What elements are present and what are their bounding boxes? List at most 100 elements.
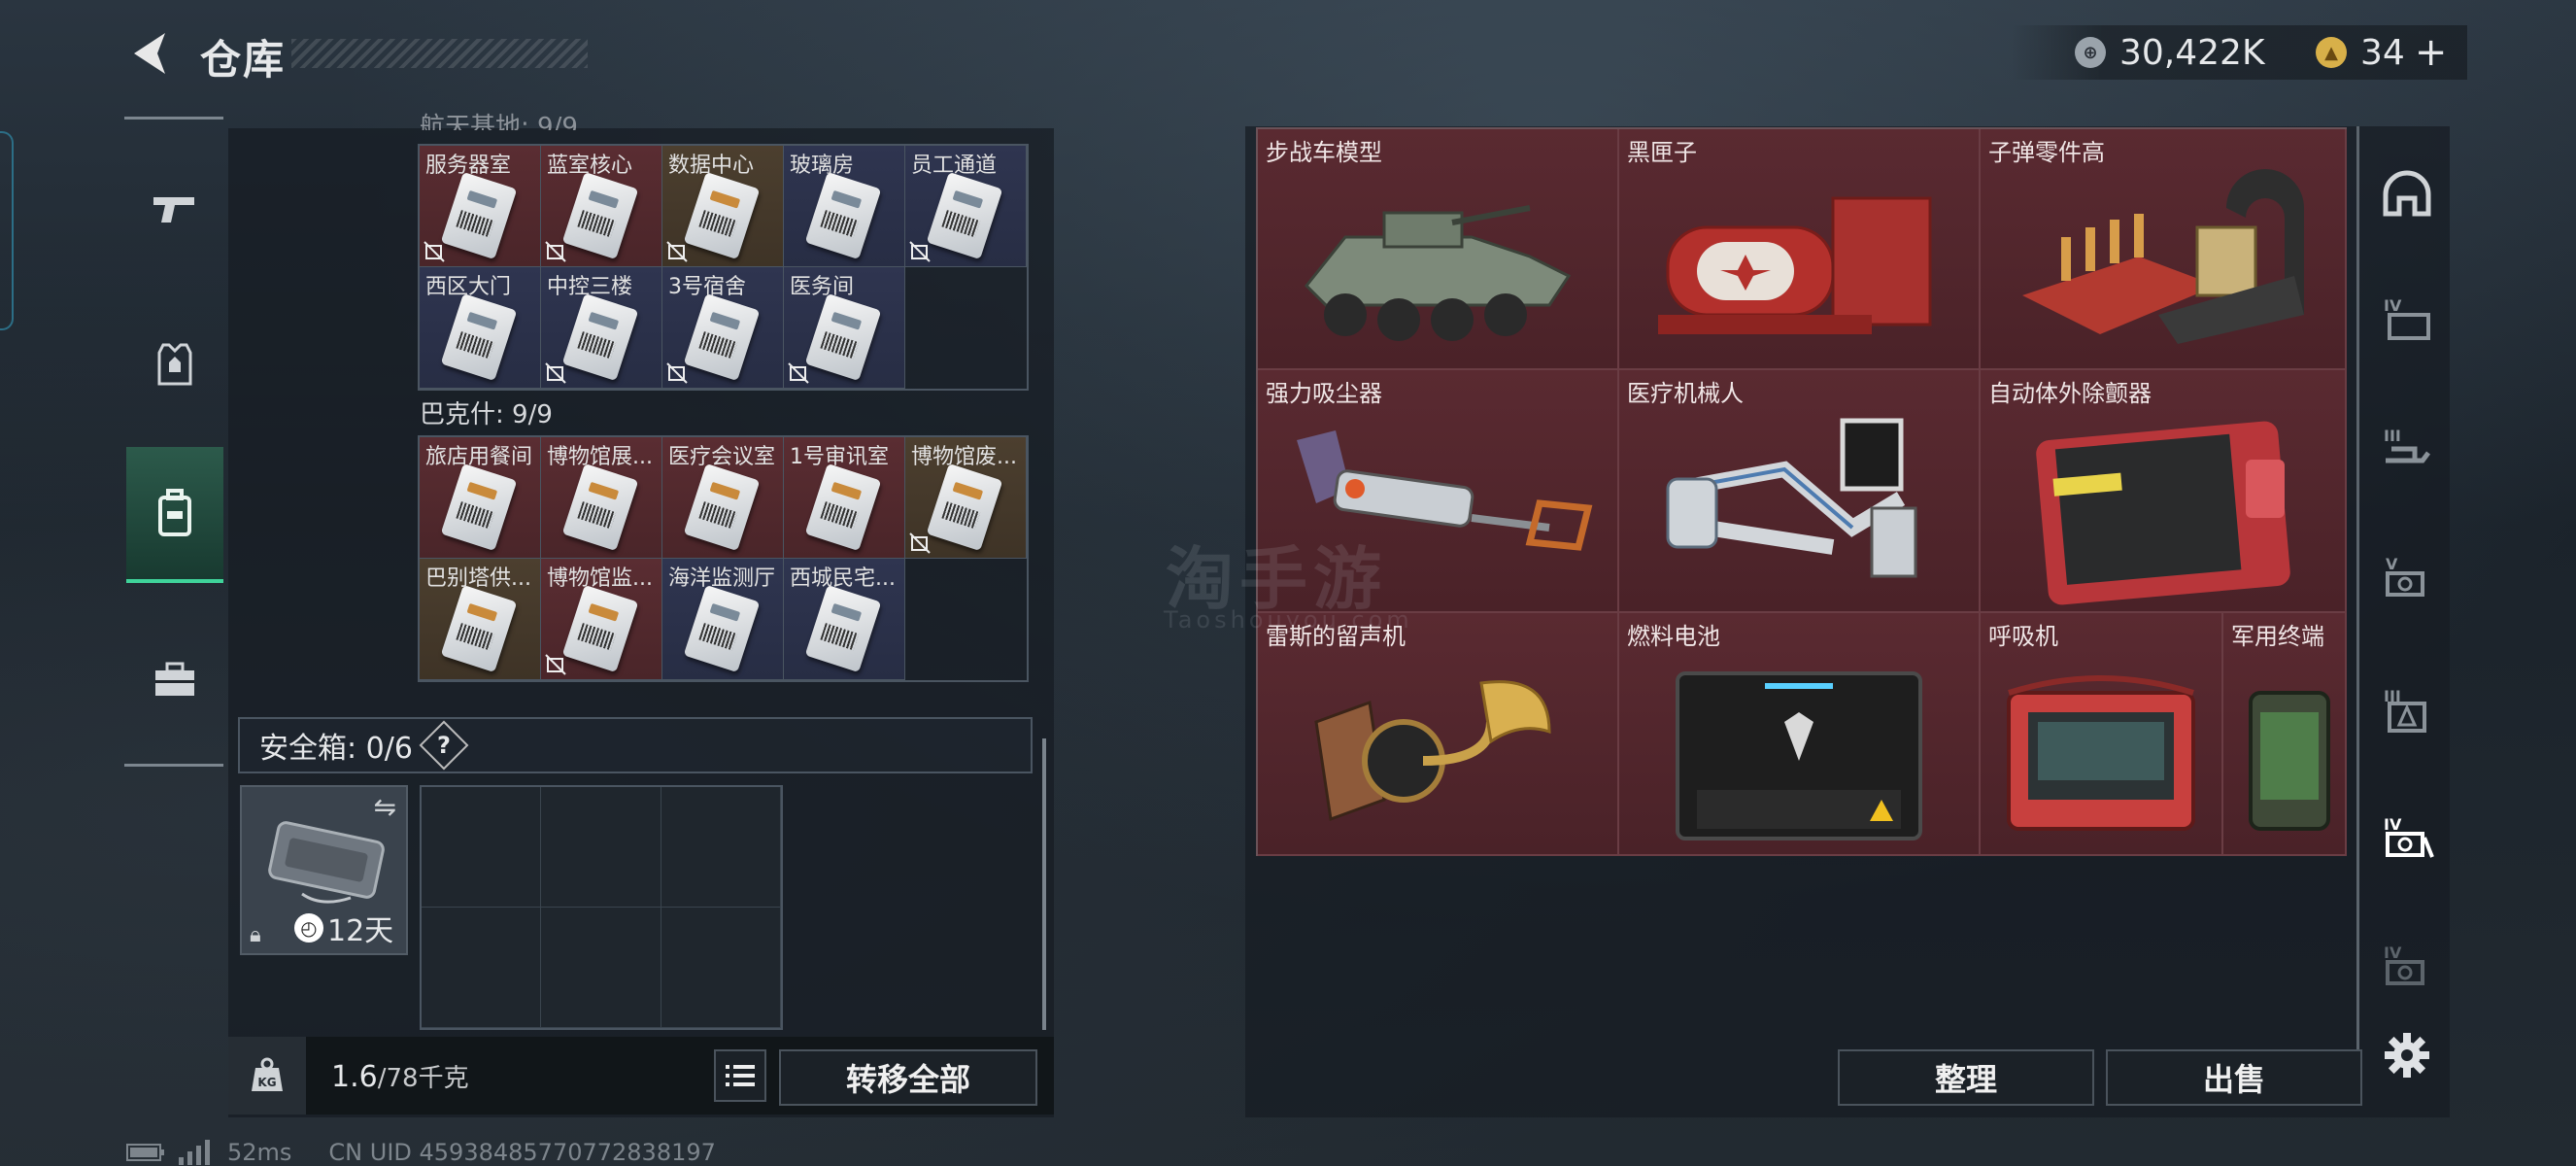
tab-tier-3[interactable]: III (2370, 412, 2444, 486)
help-icon[interactable]: ? (419, 720, 469, 771)
sell-button[interactable]: 出售 (2106, 1049, 2362, 1106)
safe-slot[interactable] (422, 908, 542, 1028)
tier-4-dim-icon: IV (2384, 943, 2424, 985)
inventory-item[interactable]: 黑匣子 (1619, 129, 1981, 370)
keycard-slot[interactable]: 1号审讯室 (784, 437, 905, 559)
inventory-item[interactable]: 燃料电池 (1619, 613, 1981, 856)
title-decoration (291, 39, 588, 68)
add-currency-button[interactable]: + (2415, 30, 2448, 75)
safe-slot[interactable] (541, 787, 661, 908)
item-image (2223, 648, 2345, 854)
page-title: 仓库 (200, 36, 287, 84)
keycard-slot[interactable]: 医疗会议室 (662, 437, 784, 559)
keycard-slot[interactable]: 数据中心 (662, 146, 784, 267)
keycard-slot[interactable]: 玻璃房 (784, 146, 905, 267)
stash-scrollbar[interactable] (1042, 738, 1046, 1030)
keycard-slot[interactable]: 西城民宅... (784, 559, 905, 680)
keycard-slot[interactable]: 博物馆监... (541, 559, 662, 680)
gem-icon: ▲ (2316, 37, 2347, 68)
group-b-title: 巴克什: 9/9 (420, 400, 553, 429)
svg-text:IV: IV (2384, 943, 2402, 962)
keycard-slot[interactable]: 服务器室 (420, 146, 541, 267)
organize-button[interactable]: 整理 (1838, 1049, 2094, 1106)
coin-balance[interactable]: ⊕ 30,422K (2075, 25, 2265, 80)
tab-tier-5[interactable]: V (2370, 540, 2444, 614)
inventory-item[interactable]: 自动体外除颤器 (1981, 370, 2347, 613)
nav-weapons[interactable] (126, 141, 223, 277)
list-view-button[interactable] (714, 1049, 766, 1102)
armor-vest-icon (157, 343, 192, 386)
keycard-slot[interactable]: 蓝室核心 (541, 146, 662, 267)
keycard-slot[interactable]: 巴别塔供... (420, 559, 541, 680)
keycard-image (683, 292, 761, 382)
keycard-label: 3号宿舍 (668, 275, 746, 299)
unbound-icon (909, 532, 931, 554)
transfer-all-button[interactable]: 转移全部 (779, 1049, 1037, 1106)
inventory-item[interactable]: 雷斯的留声机 (1258, 613, 1619, 856)
keycard-slot[interactable]: 博物馆展... (541, 437, 662, 559)
weight-icon: KG (228, 1037, 306, 1115)
tab-tier-3-warning[interactable]: III (2370, 672, 2444, 746)
left-edge-tab[interactable] (0, 131, 14, 330)
unbound-icon (909, 241, 931, 262)
keycard-label: 员工通道 (911, 154, 998, 178)
nav-backpack[interactable] (126, 447, 223, 583)
keycard-image (683, 463, 761, 552)
svg-text:III: III (2384, 427, 2401, 445)
item-label: 呼吸机 (1988, 623, 2058, 650)
tab-helmet[interactable] (2370, 157, 2444, 231)
item-image (1258, 164, 1617, 368)
expiry-timer: ◴ 12天 (294, 907, 393, 949)
keycard-image (804, 463, 882, 552)
nav-divider (124, 117, 223, 120)
uid-readout: CN UID 45938485770772838197 (328, 1139, 716, 1166)
keycard-image (683, 584, 761, 673)
keycard-image (561, 171, 639, 260)
item-image (1619, 405, 1979, 611)
tier-4-active-icon: IV (2384, 815, 2434, 858)
nav-armor[interactable] (126, 296, 223, 432)
keycard-slot[interactable]: 旅店用餐间 (420, 437, 541, 559)
keycard-slot[interactable]: 西区大门 (420, 267, 541, 389)
back-arrow-icon[interactable] (126, 29, 171, 78)
tab-tier-4[interactable]: IV (2370, 282, 2444, 356)
keycard-label: 巴别塔供... (425, 566, 531, 591)
safe-slot[interactable] (661, 787, 781, 908)
keycard-image (804, 292, 882, 382)
tab-tier-4-active[interactable]: IV (2370, 801, 2444, 874)
keycard-label: 蓝室核心 (547, 154, 633, 178)
gem-balance[interactable]: ▲ 34 + (2316, 25, 2447, 80)
item-label: 雷斯的留声机 (1266, 623, 1406, 650)
tab-rail (2356, 126, 2359, 1059)
keycard-slot[interactable]: 员工通道 (905, 146, 1027, 267)
toolbox-icon (155, 662, 194, 696)
keycard-slot[interactable]: 3号宿舍 (662, 267, 784, 389)
keycard-label: 玻璃房 (790, 154, 855, 178)
inventory-item[interactable]: 呼吸机 (1981, 613, 2223, 856)
keycard-grid-a: 服务器室 蓝室核心 数据中心 玻璃房 员工通道西区大门 中控三楼 3号宿舍 医务间 (418, 144, 1029, 391)
coin-icon: ⊕ (2075, 37, 2106, 68)
inventory-item[interactable]: 步战车模型 (1258, 129, 1619, 370)
keycard-image (683, 171, 761, 260)
inventory-item[interactable]: 军用终端 (2223, 613, 2347, 856)
unbound-icon (545, 654, 566, 675)
status-bar: 52ms CN UID 45938485770772838197 (126, 1139, 716, 1166)
keycard-slot[interactable]: 医务间 (784, 267, 905, 389)
swap-icon[interactable]: ⇋ (374, 791, 396, 823)
safe-box-item[interactable]: ⇋ 🔒︎ ◴ 12天 (240, 785, 408, 955)
inventory-item[interactable]: 医疗机械人 (1619, 370, 1981, 613)
safe-slot[interactable] (541, 908, 661, 1028)
settings-button[interactable] (2370, 1018, 2444, 1092)
keycard-slot[interactable]: 中控三楼 (541, 267, 662, 389)
safe-slot[interactable] (661, 908, 781, 1028)
tab-tier-4-dim[interactable]: IV (2370, 929, 2444, 1003)
item-label: 步战车模型 (1266, 139, 1382, 166)
svg-text:KG: KG (257, 1076, 276, 1089)
inventory-item[interactable]: 子弹零件高 (1981, 129, 2347, 370)
keycard-slot[interactable]: 博物馆废... (905, 437, 1027, 559)
item-label: 医疗机械人 (1627, 380, 1744, 407)
keycard-image (440, 463, 518, 552)
safe-slot[interactable] (422, 787, 542, 908)
nav-toolbox[interactable] (126, 612, 223, 748)
keycard-slot[interactable]: 海洋监测厅 (662, 559, 784, 680)
